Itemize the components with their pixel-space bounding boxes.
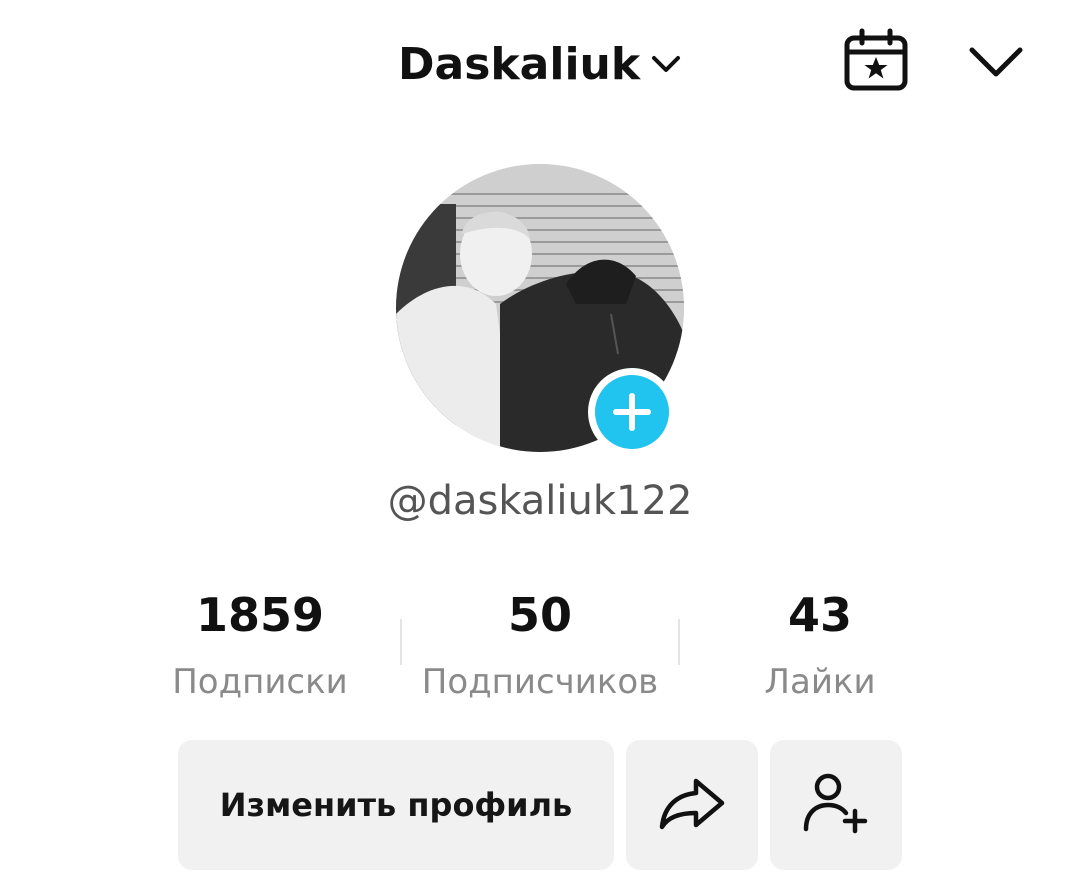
stat-label: Подписчиков bbox=[421, 662, 659, 702]
stat-divider bbox=[400, 619, 402, 665]
calendar-star-icon[interactable] bbox=[838, 28, 914, 96]
stat-label: Подписки bbox=[172, 662, 348, 702]
add-user-icon bbox=[800, 771, 872, 839]
stat-divider bbox=[678, 619, 680, 665]
plus-icon bbox=[595, 375, 669, 449]
avatar-container bbox=[396, 164, 684, 456]
stat-following[interactable]: 1859 Подписки bbox=[120, 585, 400, 715]
stat-value: 43 bbox=[787, 588, 852, 642]
stat-label: Лайки bbox=[764, 662, 876, 702]
account-name: Daskaliuk bbox=[398, 38, 641, 90]
menu-chevron-down-icon[interactable] bbox=[962, 38, 1030, 86]
share-profile-button[interactable] bbox=[626, 740, 758, 870]
username: @daskaliuk122 bbox=[387, 478, 693, 524]
profile-header: Daskaliuk bbox=[0, 0, 1080, 130]
stat-followers[interactable]: 50 Подписчиков bbox=[400, 585, 680, 715]
stat-likes[interactable]: 43 Лайки bbox=[680, 585, 960, 715]
profile-stats: 1859 Подписки 50 Подписчиков 43 Лайки bbox=[120, 585, 960, 715]
add-friend-button[interactable] bbox=[770, 740, 902, 870]
profile-actions: Изменить профиль bbox=[0, 740, 1080, 870]
chevron-down-icon bbox=[648, 46, 684, 82]
stat-value: 1859 bbox=[195, 588, 325, 642]
account-switcher[interactable]: Daskaliuk bbox=[398, 32, 684, 96]
add-avatar-button[interactable] bbox=[588, 368, 676, 456]
edit-profile-label: Изменить профиль bbox=[219, 786, 573, 824]
stat-value: 50 bbox=[507, 588, 572, 642]
edit-profile-button[interactable]: Изменить профиль bbox=[178, 740, 614, 870]
share-arrow-icon bbox=[656, 773, 728, 837]
